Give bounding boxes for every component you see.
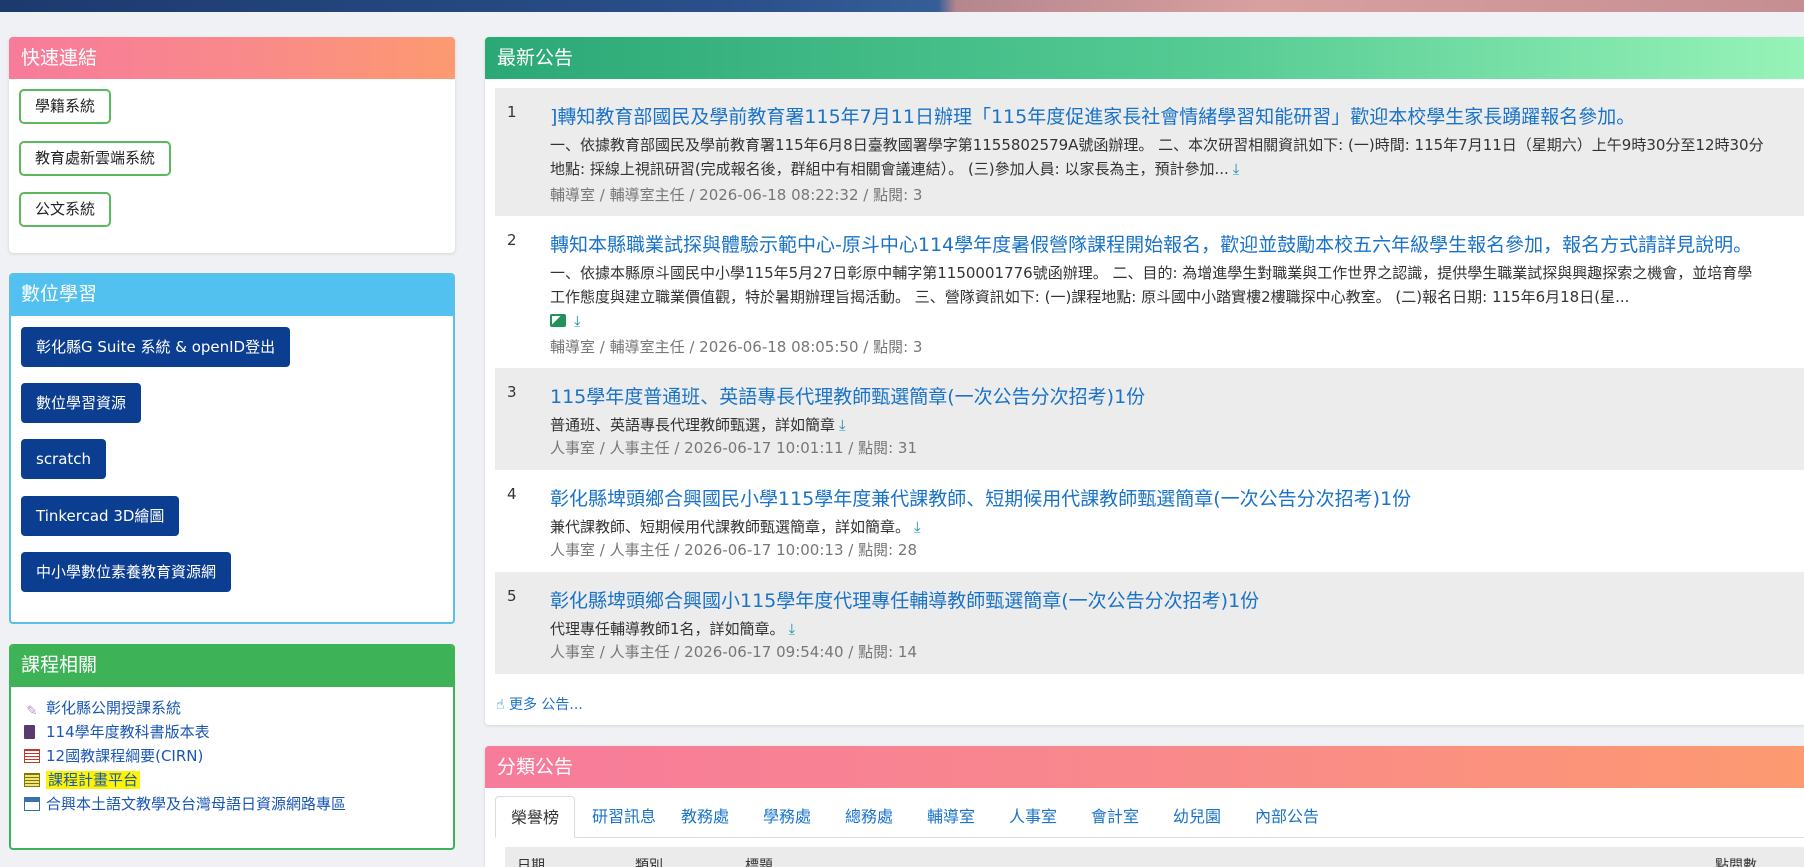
pencil-icon: ✎ [26, 704, 38, 719]
calendar-icon [24, 797, 40, 811]
news-item-meta: 輔導室 / 輔導室主任 / 2026-06-18 08:05:50 / 點閱: … [550, 338, 923, 356]
news-item-description: 兼代課教師、短期候用代課教師甄選簡章，詳如簡章。 ⤓ [550, 515, 1800, 539]
news-item-meta: 輔導室 / 輔導室主任 / 2026-06-18 08:22:32 / 點閱: … [550, 186, 923, 204]
tab-internal[interactable]: 內部公告 [1247, 796, 1327, 838]
category-news-title: 分類公告 [485, 746, 1804, 788]
tab-kindergarten[interactable]: 幼兒園 [1165, 796, 1229, 838]
course-title: 課程相關 [11, 646, 453, 687]
news-item-number: 1 [507, 103, 517, 121]
news-item-description: 一、依據教育部國民及學前教育署115年6月8日臺教國署學字第1155802579… [550, 133, 1800, 181]
course-link-label: 合興本土語文教學及台灣母語日資源網路專區 [46, 795, 347, 813]
course-link-label: 12國教課程綱要(CIRN) [46, 747, 204, 765]
news-item-description: 普通班、英語專長代理教師甄選，詳如簡章 ⤓ [550, 413, 1800, 437]
more-news-label: 更多 公告... [508, 697, 583, 713]
course-link-textbook[interactable]: 114學年度教科書版本表 [24, 721, 210, 743]
course-link-open-class[interactable]: ✎ 彰化縣公開授課系統 [24, 697, 181, 719]
scratch-button[interactable]: scratch [21, 439, 107, 479]
news-item-description: 一、依據本縣原斗國民中小學115年5月27日彰原中輔字第1150001776號函… [550, 261, 1800, 333]
course-link-label: 彰化縣公開授課系統 [46, 699, 182, 717]
education-cloud-system-button[interactable]: 教育處新雲端系統 [19, 141, 172, 176]
tab-counseling[interactable]: 輔導室 [919, 796, 983, 838]
news-item: 5 彰化縣埤頭鄉合興國小115學年度代理專任輔導教師甄選簡章(一次公告分次招考)… [495, 572, 1804, 674]
latest-news-panel: 最新公告 1 ]轉知教育部國民及學前教育署115年7月11日辦理「115年度促進… [485, 37, 1804, 725]
student-record-system-button[interactable]: 學籍系統 [19, 89, 112, 124]
column-views: 點閱數 [1715, 858, 1757, 867]
news-item-title[interactable]: ]轉知教育部國民及學前教育署115年7月11日辦理「115年度促進家長社會情緒學… [550, 102, 1635, 129]
download-icon[interactable]: ⤓ [914, 515, 921, 539]
course-link-cirn[interactable]: 12國教課程綱要(CIRN) [24, 745, 203, 767]
news-item-title[interactable]: 115學年度普通班、英語專長代理教師甄選簡章(一次公告分次招考)1份 [550, 382, 1145, 409]
digital-learning-title: 數位學習 [11, 275, 453, 316]
news-item-number: 4 [507, 485, 517, 503]
category-table-header: 日期 類別 標題 點閱數 [505, 847, 1804, 867]
table-icon [24, 773, 40, 787]
news-item-desc-line: 一、依據教育部國民及學前教育署115年6月8日臺教國署學字第1155802579… [550, 136, 1764, 154]
news-item-meta: 人事室 / 人事主任 / 2026-06-17 10:00:13 / 點閱: 2… [550, 541, 917, 559]
quick-links-title: 快速連結 [9, 37, 455, 79]
download-icon[interactable]: ⤓ [574, 309, 581, 333]
news-item-desc-line: 地點: 採線上視訊研習(完成報名後，群組中有相關會議連結）。 (三)參加人員: … [550, 160, 1229, 178]
column-title: 標題 [745, 858, 773, 867]
course-link-label: 課程計畫平台 [46, 771, 141, 789]
news-item: 1 ]轉知教育部國民及學前教育署115年7月11日辦理「115年度促進家長社會情… [495, 88, 1804, 216]
tinkercad-button[interactable]: Tinkercad 3D繪圖 [21, 496, 180, 536]
download-icon[interactable]: ⤓ [789, 617, 796, 641]
tab-honor-roll[interactable]: 榮譽榜 [495, 796, 575, 838]
news-item-desc-line: 代理專任輔導教師1名，詳如簡章。 [550, 620, 785, 638]
quick-links-panel: 快速連結 學籍系統 教育處新雲端系統 公文系統 [9, 37, 455, 253]
news-item: 2 轉知本縣職業試探與體驗示範中心-原斗中心114學年度暑假營隊課程開始報名，歡… [495, 216, 1804, 368]
news-item-meta: 人事室 / 人事主任 / 2026-06-17 10:01:11 / 點閱: 3… [550, 439, 917, 457]
category-tabs: 榮譽榜 研習訊息 教務處 學務處 總務處 輔導室 人事室 會計室 幼兒園 內部公… [495, 796, 1804, 838]
news-item-desc-line: 工作態度與建立職業價值觀，特於暑期辦理旨揭活動。 三、營隊資訊如下: (一)課程… [550, 288, 1630, 306]
latest-news-title: 最新公告 [485, 37, 1804, 79]
news-item-desc-line: 普通班、英語專長代理教師甄選，詳如簡章 [550, 416, 836, 434]
tab-accounting[interactable]: 會計室 [1083, 796, 1147, 838]
digital-resources-button[interactable]: 數位學習資源 [21, 383, 142, 423]
download-icon[interactable]: ⤓ [1233, 157, 1240, 181]
tab-academic-affairs[interactable]: 教務處 [673, 796, 737, 838]
news-item-title[interactable]: 轉知本縣職業試探與體驗示範中心-原斗中心114學年度暑假營隊課程開始報名，歡迎並… [550, 230, 1752, 257]
header-banner [0, 0, 1804, 12]
hand-pointer-icon: ☝ [496, 697, 505, 713]
download-icon[interactable]: ⤓ [839, 413, 846, 437]
course-link-plan-platform[interactable]: 課程計畫平台 [24, 769, 141, 791]
more-news-link[interactable]: ☝ 更多 公告... [496, 694, 583, 714]
course-link-native-language[interactable]: 合興本土語文教學及台灣母語日資源網路專區 [24, 793, 346, 815]
news-item-desc-line-wrap: 地點: 採線上視訊研習(完成報名後，群組中有相關會議連結）。 (三)參加人員: … [550, 157, 1800, 181]
course-link-label: 114學年度教科書版本表 [46, 723, 210, 741]
grid-icon [24, 749, 40, 763]
digital-literacy-button[interactable]: 中小學數位素養教育資源網 [21, 552, 232, 592]
news-item-meta: 人事室 / 人事主任 / 2026-06-17 09:54:40 / 點閱: 1… [550, 643, 917, 661]
news-item-title[interactable]: 彰化縣埤頭鄉合興國民小學115學年度兼代課教師、短期候用代課教師甄選簡章(一次公… [550, 484, 1411, 511]
category-news-panel: 分類公告 榮譽榜 研習訊息 教務處 學務處 總務處 輔導室 人事室 會計室 幼兒… [485, 746, 1804, 867]
tab-training[interactable]: 研習訊息 [585, 796, 663, 838]
news-item-number: 2 [507, 231, 517, 249]
image-icon[interactable] [550, 314, 566, 327]
news-item-title[interactable]: 彰化縣埤頭鄉合興國小115學年度代理專任輔導教師甄選簡章(一次公告分次招考)1份 [550, 586, 1259, 613]
news-item-description: 代理專任輔導教師1名，詳如簡章。 ⤓ [550, 617, 1800, 641]
news-item-desc-line: 一、依據本縣原斗國民中小學115年5月27日彰原中輔字第1150001776號函… [550, 264, 1753, 282]
news-item: 4 彰化縣埤頭鄉合興國民小學115學年度兼代課教師、短期候用代課教師甄選簡章(一… [495, 470, 1804, 572]
column-date: 日期 [517, 858, 545, 867]
column-category: 類別 [635, 858, 663, 867]
tab-student-affairs[interactable]: 學務處 [755, 796, 819, 838]
news-item-number: 3 [507, 383, 517, 401]
course-panel: 課程相關 ✎ 彰化縣公開授課系統 114學年度教科書版本表 12國教課程綱要(CI… [9, 644, 455, 850]
news-item: 3 115學年度普通班、英語專長代理教師甄選簡章(一次公告分次招考)1份 普通班… [495, 368, 1804, 470]
news-item-desc-line: 兼代課教師、短期候用代課教師甄選簡章，詳如簡章。 [550, 518, 911, 536]
news-item-number: 5 [507, 587, 517, 605]
gsuite-logout-button[interactable]: 彰化縣G Suite 系統 & openID登出 [21, 327, 291, 367]
book-icon [24, 725, 35, 739]
document-system-button[interactable]: 公文系統 [19, 192, 112, 227]
tab-general-affairs[interactable]: 總務處 [837, 796, 901, 838]
news-item-attachments: ⤓ [550, 309, 1800, 333]
digital-learning-panel: 數位學習 彰化縣G Suite 系統 & openID登出 數位學習資源 scr… [9, 273, 455, 624]
tab-personnel[interactable]: 人事室 [1001, 796, 1065, 838]
